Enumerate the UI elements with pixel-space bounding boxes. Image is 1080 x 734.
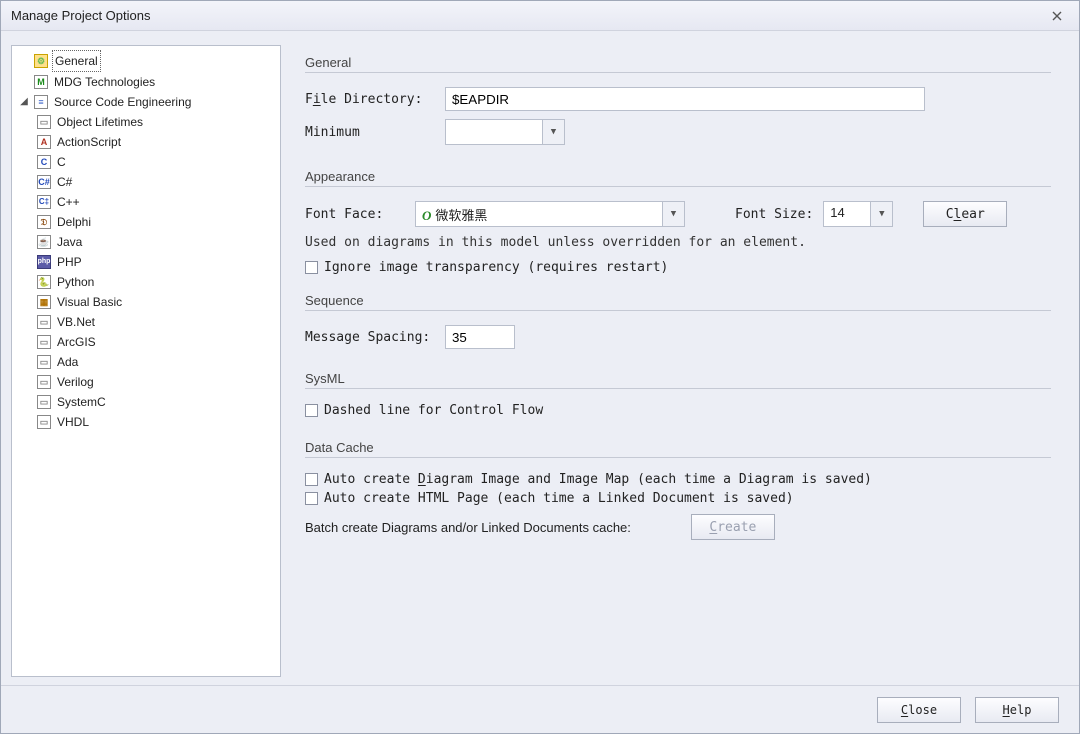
tree-node-systemc[interactable]: ▭SystemC [34, 392, 278, 412]
font-size-label: Font Size: [735, 207, 813, 222]
file-icon: ▭ [36, 314, 52, 330]
general-icon: ⚙ [33, 53, 49, 69]
checkbox-icon [305, 492, 318, 505]
tree-node-java[interactable]: ☕Java [34, 232, 278, 252]
title-bar: Manage Project Options [1, 1, 1079, 31]
font-face-dropdown[interactable]: O微软雅黑 ▼ [415, 201, 685, 227]
dialog-body: ⚙ General M MDG Technologies ◢ ≡ So [1, 31, 1079, 685]
section-data-cache: Data Cache [305, 440, 1051, 455]
file-directory-label: File Directory: [305, 92, 435, 107]
cpp-icon: C‡ [36, 194, 52, 210]
section-appearance: Appearance [305, 169, 1051, 184]
dashed-line-checkbox[interactable]: Dashed line for Control Flow [305, 403, 1051, 418]
tree-node-vbnet[interactable]: ▭VB.Net [34, 312, 278, 332]
window-title: Manage Project Options [11, 8, 150, 23]
dialog-footer: Close Help [1, 685, 1079, 733]
appearance-note: Used on diagrams in this model unless ov… [305, 235, 1051, 250]
file-icon: A [36, 134, 52, 150]
message-spacing-input[interactable] [445, 325, 515, 349]
tree-node-general[interactable]: ⚙ General [16, 50, 278, 72]
tree-node-ada[interactable]: ▭Ada [34, 352, 278, 372]
divider [305, 310, 1051, 311]
checkbox-icon [305, 404, 318, 417]
close-button[interactable]: Close [877, 697, 961, 723]
source-code-icon: ≡ [33, 94, 49, 110]
divider [305, 457, 1051, 458]
auto-create-diagram-checkbox[interactable]: Auto create Diagram Image and Image Map … [305, 472, 1051, 487]
divider [305, 72, 1051, 73]
collapse-icon[interactable]: ◢ [18, 92, 30, 112]
font-preview-icon: O [422, 208, 431, 223]
tree-node-vb[interactable]: ▦Visual Basic [34, 292, 278, 312]
tree-node-object-lifetimes[interactable]: ▭Object Lifetimes [34, 112, 278, 132]
tree-node-python[interactable]: 🐍Python [34, 272, 278, 292]
tree-node-verilog[interactable]: ▭Verilog [34, 372, 278, 392]
minimum-dropdown[interactable]: ▼ [445, 119, 565, 145]
vb-icon: ▦ [36, 294, 52, 310]
tree-node-actionscript[interactable]: AActionScript [34, 132, 278, 152]
tree-node-mdg[interactable]: M MDG Technologies [16, 72, 278, 92]
tree-node-delphi[interactable]: 𝔇Delphi [34, 212, 278, 232]
file-icon: ▭ [36, 334, 52, 350]
divider [305, 186, 1051, 187]
chevron-down-icon: ▼ [542, 120, 564, 144]
tree-node-vhdl[interactable]: ▭VHDL [34, 412, 278, 432]
php-icon: php [36, 254, 52, 270]
java-icon: ☕ [36, 234, 52, 250]
file-icon: ▭ [36, 394, 52, 410]
auto-create-html-checkbox[interactable]: Auto create HTML Page (each time a Linke… [305, 491, 1051, 506]
tree-node-source-code[interactable]: ◢ ≡ Source Code Engineering [16, 92, 278, 112]
mdg-icon: M [33, 74, 49, 90]
create-button[interactable]: Create [691, 514, 775, 540]
section-sysml: SysML [305, 371, 1051, 386]
file-icon: ▭ [36, 354, 52, 370]
options-form: General File Directory: Minimum ▼ Appear… [301, 45, 1069, 677]
chevron-down-icon: ▼ [870, 202, 892, 226]
csharp-icon: C# [36, 174, 52, 190]
file-directory-input[interactable] [445, 87, 925, 111]
c-icon: C [36, 154, 52, 170]
clear-button[interactable]: Clear [923, 201, 1007, 227]
dialog-window: Manage Project Options ⚙ General M [0, 0, 1080, 734]
message-spacing-label: Message Spacing: [305, 330, 435, 345]
file-icon: ▭ [36, 414, 52, 430]
divider [305, 388, 1051, 389]
ignore-transparency-checkbox[interactable]: Ignore image transparency (requires rest… [305, 260, 1051, 275]
help-button[interactable]: Help [975, 697, 1059, 723]
tree-node-arcgis[interactable]: ▭ArcGIS [34, 332, 278, 352]
batch-create-label: Batch create Diagrams and/or Linked Docu… [305, 520, 631, 535]
file-icon: ▭ [36, 114, 52, 130]
section-general: General [305, 55, 1051, 70]
delphi-icon: 𝔇 [36, 214, 52, 230]
font-size-dropdown[interactable]: 14 ▼ [823, 201, 893, 227]
options-tree[interactable]: ⚙ General M MDG Technologies ◢ ≡ So [11, 45, 281, 677]
tree-node-php[interactable]: phpPHP [34, 252, 278, 272]
python-icon: 🐍 [36, 274, 52, 290]
checkbox-icon [305, 261, 318, 274]
font-face-label: Font Face: [305, 207, 405, 222]
tree-node-cpp[interactable]: C‡C++ [34, 192, 278, 212]
section-sequence: Sequence [305, 293, 1051, 308]
tree-node-csharp[interactable]: C#C# [34, 172, 278, 192]
chevron-down-icon: ▼ [662, 202, 684, 226]
minimum-label: Minimum [305, 125, 435, 140]
close-icon[interactable] [1043, 5, 1071, 27]
checkbox-icon [305, 473, 318, 486]
file-icon: ▭ [36, 374, 52, 390]
tree-node-c[interactable]: CC [34, 152, 278, 172]
